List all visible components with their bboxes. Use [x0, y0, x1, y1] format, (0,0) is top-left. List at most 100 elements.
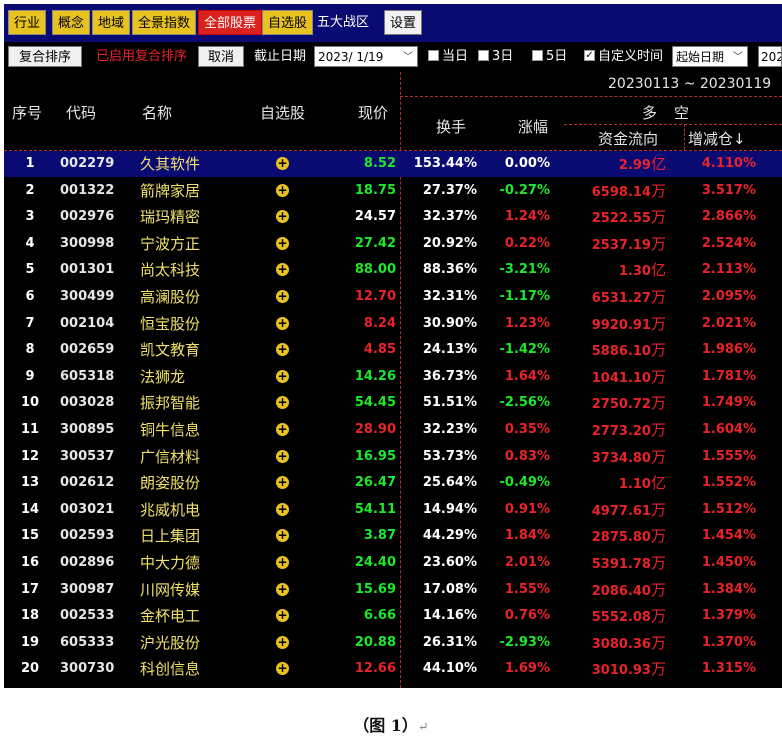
capital-flow: 5552.08万	[572, 603, 666, 629]
tab-region[interactable]: 地域	[92, 10, 131, 35]
capital-flow-unit: 万	[650, 234, 666, 253]
stock-code: 300987	[60, 581, 115, 597]
table-row[interactable]: 14 003021 兆威机电 +54.11 14.94% 0.91% 4977.61万 1.5…	[4, 497, 782, 523]
end-date-select[interactable]: 202	[758, 46, 782, 67]
current-price: 4.85	[363, 342, 396, 358]
plus-circle-icon: +	[276, 448, 289, 463]
column-header-capital-flow[interactable]: 资金流向	[598, 128, 658, 149]
turnover-rate: 36.73%	[422, 368, 477, 384]
capital-flow-unit: 万	[650, 527, 666, 546]
add-watchlist-button[interactable]: +	[276, 231, 292, 257]
cancel-button[interactable]: 取消	[198, 46, 244, 67]
table-row[interactable]: 1 002279 久其软件 +8.52 153.44% 0.00% 2.99亿 4.110%	[4, 151, 782, 177]
column-header-name[interactable]: 名称	[142, 102, 172, 123]
add-watchlist-button[interactable]: +	[276, 470, 292, 496]
start-date-select[interactable]: 起始日期 ﹀	[672, 46, 748, 67]
column-header-index[interactable]: 序号	[12, 102, 42, 123]
add-watchlist-button[interactable]: +	[276, 497, 292, 523]
table-row[interactable]: 20 300730 科创信息 +12.66 44.10% 1.69% 3010.93万 1.3…	[4, 656, 782, 682]
row-index: 10	[20, 395, 40, 411]
add-watchlist-button[interactable]: +	[276, 178, 292, 204]
plus-circle-icon: +	[276, 156, 289, 170]
add-watchlist-button[interactable]: +	[276, 257, 292, 283]
add-watchlist-button[interactable]: +	[276, 656, 292, 682]
tab-panorama-index[interactable]: 全景指数	[132, 10, 197, 35]
row-index: 2	[25, 182, 35, 198]
tab-industry[interactable]: 行业	[8, 10, 47, 35]
table-row[interactable]: 2 001322 箭牌家居 +18.75 27.37% -0.27% 6598.14万 3.5…	[4, 178, 782, 204]
price-change: 0.35%	[504, 422, 550, 437]
add-watchlist-button[interactable]: +	[276, 284, 292, 310]
plus-circle-icon: +	[276, 555, 289, 569]
current-price: 54.45	[354, 395, 396, 411]
table-row[interactable]: 3 002976 瑞玛精密 +24.57 32.37% 1.24% 2522.55万 2.86…	[4, 204, 782, 230]
turnover-rate: 24.13%	[422, 342, 477, 358]
add-watchlist-button[interactable]: +	[276, 364, 292, 390]
column-header-change[interactable]: 涨幅	[518, 116, 548, 137]
table-row[interactable]: 19 605333 沪光股份 +20.88 26.31% -2.93% 3080.36万 1.…	[4, 630, 782, 656]
add-watchlist-button[interactable]: +	[276, 417, 292, 443]
add-watchlist-button[interactable]: +	[276, 603, 292, 629]
column-header-watchlist[interactable]: 自选股	[260, 102, 305, 123]
settings-button[interactable]: 设置	[384, 10, 423, 35]
row-index: 9	[25, 368, 35, 384]
capital-flow-value: 5552.08	[591, 610, 651, 626]
add-watchlist-button[interactable]: +	[276, 444, 292, 470]
tab-concept[interactable]: 概念	[52, 10, 91, 35]
turnover-rate: 20.92%	[422, 235, 477, 251]
capital-flow-unit: 万	[650, 341, 666, 360]
add-watchlist-button[interactable]: +	[276, 390, 292, 416]
table-row[interactable]: 18 002533 金杯电工 +6.66 14.16% 0.76% 5552.08万 1.37…	[4, 603, 782, 629]
table-row[interactable]: 7 002104 恒宝股份 +8.24 30.90% 1.23% 9920.91万 2.021…	[4, 311, 782, 337]
capital-flow: 4977.61万	[572, 497, 666, 523]
tab-all-stocks[interactable]: 全部股票	[198, 10, 263, 35]
date-range-header: 20230113 ~ 20230119	[608, 76, 772, 92]
price-change: -2.56%	[499, 395, 551, 411]
add-watchlist-button[interactable]: +	[276, 523, 292, 549]
table-row[interactable]: 15 002593 日上集团 +3.87 44.29% 1.84% 2875.80万 1.45…	[4, 523, 782, 549]
table-row[interactable]: 11 300895 铜牛信息 +28.90 32.23% 0.35% 2773.20万 1.6…	[4, 417, 782, 443]
add-watchlist-button[interactable]: +	[276, 550, 292, 576]
3day-checkbox[interactable]	[478, 50, 489, 61]
column-header-position-change[interactable]: 增减仓↓	[688, 128, 746, 149]
stock-code: 605333	[60, 634, 115, 650]
table-row[interactable]: 10 003028 振邦智能 +54.45 51.51% -2.56% 2750.72万 1.…	[4, 390, 782, 416]
today-checkbox[interactable]	[428, 50, 439, 61]
cutoff-date-select[interactable]: 2023/ 1/19 ﹀	[314, 46, 418, 67]
compound-sort-button[interactable]: 复合排序	[8, 46, 82, 67]
current-price: 3.87	[363, 528, 396, 544]
table-row[interactable]: 6 300499 高澜股份 +12.70 32.31% -1.17% 6531.27万 2.0…	[4, 284, 782, 310]
stock-code: 001301	[60, 262, 115, 278]
custom-time-checkbox[interactable]: ✓	[584, 50, 595, 61]
plus-circle-icon: +	[276, 342, 289, 357]
table-row[interactable]: 17 300987 川网传媒 +15.69 17.08% 1.55% 2086.40万 1.3…	[4, 577, 782, 603]
add-watchlist-button[interactable]: +	[276, 337, 292, 363]
table-row[interactable]: 13 002612 朗姿股份 +26.47 25.64% -0.49% 1.10亿 1.552…	[4, 470, 782, 496]
table-row[interactable]: 8 002659 凯文教育 +4.85 24.13% -1.42% 5886.10万 1.98…	[4, 337, 782, 363]
5day-checkbox[interactable]	[532, 50, 543, 61]
table-row[interactable]: 5 001301 尚太科技 +88.00 88.36% -3.21% 1.30亿 2.113%	[4, 257, 782, 283]
add-watchlist-button[interactable]: +	[276, 311, 292, 337]
table-row[interactable]: 16 002896 中大力德 +24.40 23.60% 2.01% 5391.78万 1.4…	[4, 550, 782, 576]
table-row[interactable]: 9 605318 法狮龙 +14.26 36.73% 1.64% 1041.10万 1.781…	[4, 364, 782, 390]
add-watchlist-button[interactable]: +	[276, 204, 292, 230]
tab-five-zones[interactable]: 五大战区	[312, 10, 374, 35]
column-header-code[interactable]: 代码	[66, 102, 96, 123]
table-row[interactable]: 12 300537 广信材料 +16.95 53.73% 0.83% 3734.80万 1.5…	[4, 444, 782, 470]
column-header-turnover[interactable]: 换手	[436, 116, 466, 137]
add-watchlist-button[interactable]: +	[276, 577, 292, 603]
capital-flow: 9920.91万	[572, 311, 666, 337]
position-change: 2.113%	[701, 262, 756, 278]
position-change: 2.866%	[701, 209, 756, 225]
position-change: 1.512%	[701, 501, 756, 517]
row-index: 12	[20, 448, 40, 464]
add-watchlist-button[interactable]: +	[276, 630, 292, 656]
table-row[interactable]: 4 300998 宁波方正 +27.42 20.92% 0.22% 2537.19万 2.52…	[4, 231, 782, 257]
capital-flow-value: 2750.72	[591, 397, 651, 413]
column-header-price[interactable]: 现价	[358, 102, 388, 123]
capital-flow-value: 1.30	[618, 264, 651, 280]
add-watchlist-button[interactable]: +	[276, 151, 292, 177]
capital-flow-unit: 万	[650, 421, 666, 439]
tab-watchlist[interactable]: 自选股	[262, 10, 314, 35]
price-change: -3.21%	[499, 262, 551, 278]
